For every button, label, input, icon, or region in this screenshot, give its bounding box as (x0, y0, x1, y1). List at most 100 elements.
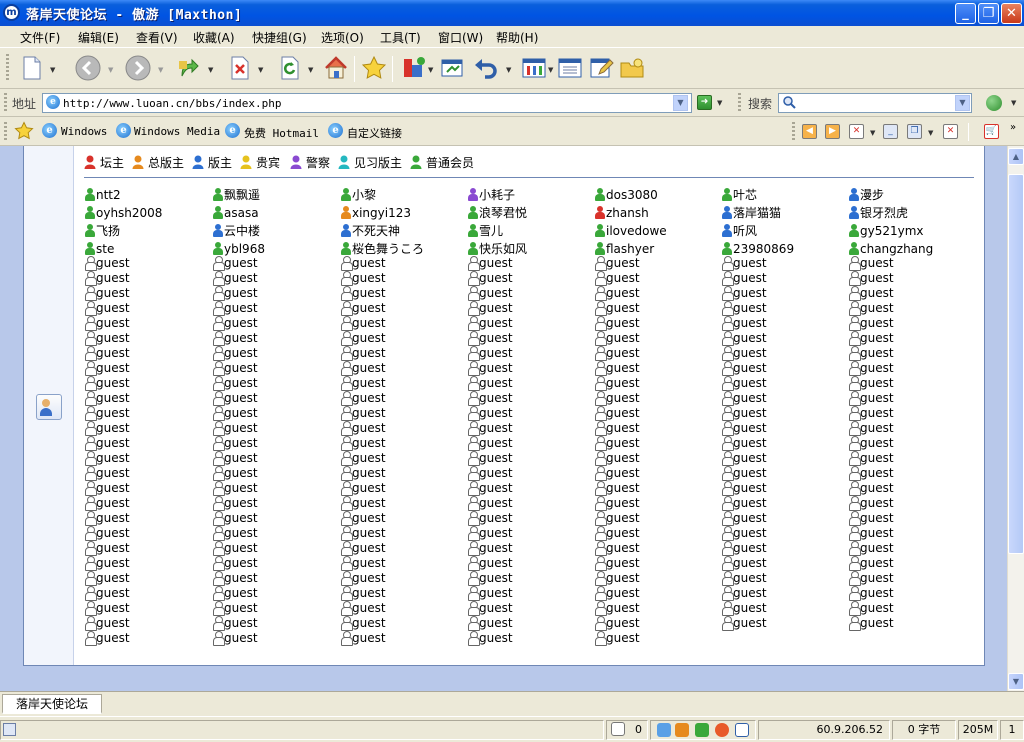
toolbox-icon[interactable] (400, 54, 428, 82)
member-name[interactable]: 飘飘遥 (224, 188, 260, 202)
online-member[interactable]: dos3080 (594, 187, 658, 203)
link-custom[interactable]: 自定义链接 (347, 125, 402, 141)
go-dropdown-icon[interactable]: ▼ (717, 99, 722, 107)
scroll-thumb[interactable] (1008, 174, 1024, 554)
online-member[interactable]: ilovedowe (594, 223, 667, 239)
window-icon[interactable] (438, 54, 466, 82)
scroll-up-icon[interactable]: ▲ (1008, 148, 1024, 165)
maxthon-logo-icon[interactable]: m (3, 4, 20, 21)
member-name[interactable]: 叶芯 (733, 188, 757, 202)
online-member[interactable]: 飞扬 (84, 223, 120, 239)
maximize-button[interactable]: ❐ (978, 3, 999, 24)
online-member[interactable]: changzhang (848, 241, 933, 257)
address-input[interactable] (63, 95, 663, 111)
next-tab-icon[interactable]: ▶ (825, 124, 840, 139)
new-page-dropdown-icon[interactable]: ▼ (50, 66, 55, 74)
member-name[interactable]: gy521ymx (860, 224, 924, 238)
menu-favorites[interactable]: 收藏(A) (193, 29, 235, 46)
online-member[interactable]: 漫步 (848, 187, 884, 203)
shopping-cart-icon[interactable]: 🛒 (984, 124, 999, 139)
link-windows[interactable]: Windows (61, 125, 107, 138)
close-tab-dropdown-icon[interactable]: ▼ (870, 129, 875, 137)
stop-dropdown-icon[interactable]: ▼ (258, 66, 263, 74)
online-member[interactable]: 23980869 (721, 241, 794, 257)
online-member[interactable]: 快乐如风 (467, 241, 527, 257)
member-name[interactable]: asasa (224, 206, 259, 220)
online-member[interactable]: 听风 (721, 223, 757, 239)
online-member[interactable]: 云中楼 (212, 223, 260, 239)
member-name[interactable]: oyhsh2008 (96, 206, 162, 220)
undo-dropdown-icon[interactable]: ▼ (506, 66, 511, 74)
online-member[interactable]: 叶芯 (721, 187, 757, 203)
favorites-star-small-icon[interactable] (14, 121, 34, 144)
flower-icon[interactable] (715, 723, 729, 737)
link-windows-media[interactable]: Windows Media (134, 125, 220, 138)
online-member[interactable]: 不死天神 (340, 223, 400, 239)
proxy-icon[interactable] (695, 723, 709, 737)
member-name[interactable]: xingyi123 (352, 206, 411, 220)
tab-luoan-forum[interactable]: 落岸天使论坛 (2, 694, 102, 714)
close-all-tabs-icon[interactable]: ✕ (943, 124, 958, 139)
member-name[interactable]: ybl968 (224, 242, 265, 256)
online-member[interactable]: zhansh (594, 205, 649, 221)
member-name[interactable]: 雪儿 (479, 224, 503, 238)
online-member[interactable]: ste (84, 241, 114, 257)
member-name[interactable]: 漫步 (860, 188, 884, 202)
search-grip[interactable] (738, 93, 741, 113)
member-name[interactable]: dos3080 (606, 188, 658, 202)
menu-window[interactable]: 窗口(W) (438, 29, 483, 46)
menu-help[interactable]: 帮助(H) (496, 29, 538, 46)
member-name[interactable]: 小耗子 (479, 188, 515, 202)
member-name[interactable]: changzhang (860, 242, 933, 256)
close-button[interactable]: ✕ (1001, 3, 1022, 24)
toolbox-dropdown-icon[interactable]: ▼ (428, 66, 433, 74)
back-icon[interactable] (74, 54, 102, 82)
close-tab-icon[interactable]: ✕ (849, 124, 864, 139)
links-overflow-chevron-icon[interactable]: » (1010, 122, 1016, 133)
online-member[interactable]: oyhsh2008 (84, 205, 162, 221)
go-icon[interactable]: ➜ (697, 95, 712, 110)
restore-tab-dropdown-icon[interactable]: ▼ (928, 129, 933, 137)
sync-icon[interactable] (657, 723, 671, 737)
new-page-icon[interactable] (18, 54, 46, 82)
go-up-dropdown-icon[interactable]: ▼ (208, 66, 213, 74)
columns-dropdown-icon[interactable]: ▼ (548, 66, 553, 74)
online-member[interactable]: 小耗子 (467, 187, 515, 203)
online-member[interactable]: 桜色舞うころ (340, 241, 424, 257)
member-name[interactable]: 快乐如风 (479, 242, 527, 256)
menu-tools[interactable]: 工具(T) (380, 29, 421, 46)
member-name[interactable]: 飞扬 (96, 224, 120, 238)
popup-blocker-segment[interactable]: 0 (606, 720, 648, 740)
minimize-tab-icon[interactable]: _ (883, 124, 898, 139)
member-name[interactable]: flashyer (606, 242, 654, 256)
menu-file[interactable]: 文件(F) (20, 29, 60, 46)
search-input[interactable] (799, 95, 949, 111)
member-name[interactable]: ntt2 (96, 188, 121, 202)
address-history-dropdown-icon[interactable]: ▼ (673, 95, 688, 111)
member-name[interactable]: 银牙烈虎 (860, 206, 908, 220)
online-member[interactable]: 落岸猫猫 (721, 205, 781, 221)
online-member[interactable]: asasa (212, 205, 259, 221)
online-member[interactable]: 银牙烈虎 (848, 205, 908, 221)
menu-options[interactable]: 选项(O) (321, 29, 364, 46)
online-member[interactable]: 小黎 (340, 187, 376, 203)
address-grip[interactable] (4, 93, 7, 113)
stop-icon[interactable] (226, 54, 254, 82)
columns-icon[interactable] (520, 54, 548, 82)
online-member[interactable]: ybl968 (212, 241, 265, 257)
member-name[interactable]: 23980869 (733, 242, 794, 256)
links-grip[interactable] (4, 122, 7, 142)
ad-filter-icon[interactable] (675, 723, 689, 737)
scroll-down-icon[interactable]: ▼ (1008, 673, 1024, 690)
vertical-scrollbar[interactable]: ▲ ▼ (1007, 146, 1024, 691)
previous-tab-icon[interactable]: ◀ (802, 124, 817, 139)
edit-icon[interactable] (588, 54, 616, 82)
minimize-button[interactable]: _ (955, 3, 976, 24)
online-member[interactable]: ntt2 (84, 187, 121, 203)
screenshot-icon[interactable] (735, 723, 749, 737)
member-name[interactable]: 桜色舞うころ (352, 242, 424, 256)
refresh-dropdown-icon[interactable]: ▼ (308, 66, 313, 74)
member-name[interactable]: 不死天神 (352, 224, 400, 238)
member-name[interactable]: zhansh (606, 206, 649, 220)
search-engine-dropdown-icon[interactable]: ▼ (1011, 99, 1016, 107)
